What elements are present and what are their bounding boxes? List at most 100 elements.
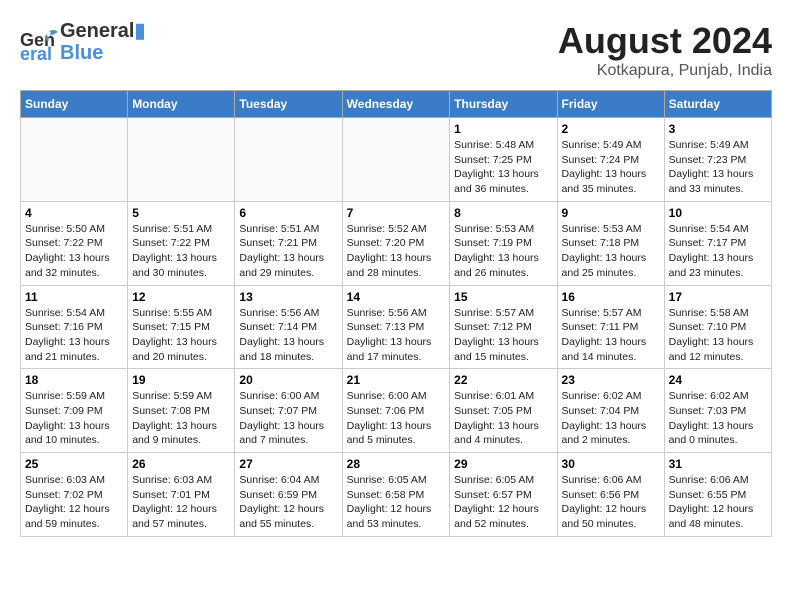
day-info: Sunrise: 5:50 AMSunset: 7:22 PMDaylight:… (25, 222, 123, 281)
day-info: Sunrise: 5:54 AMSunset: 7:17 PMDaylight:… (669, 222, 767, 281)
day-number: 11 (25, 290, 123, 304)
day-number: 13 (239, 290, 337, 304)
day-number: 20 (239, 373, 337, 387)
day-info: Sunrise: 5:59 AMSunset: 7:08 PMDaylight:… (132, 389, 230, 448)
calendar-cell: 20 Sunrise: 6:00 AMSunset: 7:07 PMDayligh… (235, 369, 342, 453)
calendar-cell: 9 Sunrise: 5:53 AMSunset: 7:18 PMDaylight… (557, 201, 664, 285)
calendar-cell (235, 118, 342, 202)
day-info: Sunrise: 5:54 AMSunset: 7:16 PMDaylight:… (25, 306, 123, 365)
day-number: 31 (669, 457, 767, 471)
calendar-cell: 28Sunrise: 6:05 AMSunset: 6:58 PMDayligh… (342, 453, 450, 537)
logo-line2: Blue (60, 42, 146, 64)
day-number: 17 (669, 290, 767, 304)
calendar-cell: 30Sunrise: 6:06 AMSunset: 6:56 PMDayligh… (557, 453, 664, 537)
calendar-cell: 25Sunrise: 6:03 AMSunset: 7:02 PMDayligh… (21, 453, 128, 537)
weekday-friday: Friday (557, 91, 664, 118)
day-number: 24 (669, 373, 767, 387)
week-row-4: 18Sunrise: 5:59 AMSunset: 7:09 PMDayligh… (21, 369, 772, 453)
week-row-3: 11 Sunrise: 5:54 AMSunset: 7:16 PMDayligh… (21, 285, 772, 369)
location: Kotkapura, Punjab, India (558, 62, 772, 80)
day-info: Sunrise: 6:06 AMSunset: 6:55 PMDaylight:… (669, 473, 767, 532)
week-row-5: 25Sunrise: 6:03 AMSunset: 7:02 PMDayligh… (21, 453, 772, 537)
day-info: Sunrise: 5:57 AMSunset: 7:11 PMDaylight:… (562, 306, 660, 365)
day-info: Sunrise: 5:49 AMSunset: 7:23 PMDaylight:… (669, 138, 767, 197)
calendar-cell: 27 Sunrise: 6:04 AMSunset: 6:59 PMDayligh… (235, 453, 342, 537)
day-info: Sunrise: 5:56 AMSunset: 7:14 PMDaylight:… (239, 306, 337, 365)
calendar-cell: 29 Sunrise: 6:05 AMSunset: 6:57 PMDayligh… (450, 453, 557, 537)
weekday-tuesday: Tuesday (235, 91, 342, 118)
calendar: SundayMondayTuesdayWednesdayThursdayFrid… (20, 90, 772, 537)
day-info: Sunrise: 5:51 AMSunset: 7:22 PMDaylight:… (132, 222, 230, 281)
day-number: 5 (132, 206, 230, 220)
calendar-cell: 17 Sunrise: 5:58 AMSunset: 7:10 PMDayligh… (664, 285, 771, 369)
weekday-saturday: Saturday (664, 91, 771, 118)
day-info: Sunrise: 6:01 AMSunset: 7:05 PMDaylight:… (454, 389, 552, 448)
week-row-1: 1 Sunrise: 5:48 AMSunset: 7:25 PMDaylight… (21, 118, 772, 202)
calendar-cell: 13 Sunrise: 5:56 AMSunset: 7:14 PMDayligh… (235, 285, 342, 369)
day-number: 29 (454, 457, 552, 471)
day-info: Sunrise: 6:05 AMSunset: 6:57 PMDaylight:… (454, 473, 552, 532)
day-number: 4 (25, 206, 123, 220)
day-number: 3 (669, 122, 767, 136)
calendar-cell: 10 Sunrise: 5:54 AMSunset: 7:17 PMDayligh… (664, 201, 771, 285)
day-number: 25 (25, 457, 123, 471)
calendar-cell: 21Sunrise: 6:00 AMSunset: 7:06 PMDayligh… (342, 369, 450, 453)
calendar-cell: 7Sunrise: 5:52 AMSunset: 7:20 PMDaylight… (342, 201, 450, 285)
calendar-cell: 1 Sunrise: 5:48 AMSunset: 7:25 PMDaylight… (450, 118, 557, 202)
calendar-cell: 31 Sunrise: 6:06 AMSunset: 6:55 PMDayligh… (664, 453, 771, 537)
day-info: Sunrise: 5:51 AMSunset: 7:21 PMDaylight:… (239, 222, 337, 281)
calendar-cell: 15Sunrise: 5:57 AMSunset: 7:12 PMDayligh… (450, 285, 557, 369)
day-info: Sunrise: 6:02 AMSunset: 7:03 PMDaylight:… (669, 389, 767, 448)
day-info: Sunrise: 5:56 AMSunset: 7:13 PMDaylight:… (347, 306, 446, 365)
calendar-cell (128, 118, 235, 202)
calendar-cell: 2 Sunrise: 5:49 AMSunset: 7:24 PMDaylight… (557, 118, 664, 202)
day-info: Sunrise: 6:02 AMSunset: 7:04 PMDaylight:… (562, 389, 660, 448)
day-info: Sunrise: 6:00 AMSunset: 7:07 PMDaylight:… (239, 389, 337, 448)
day-info: Sunrise: 5:58 AMSunset: 7:10 PMDaylight:… (669, 306, 767, 365)
day-info: Sunrise: 5:48 AMSunset: 7:25 PMDaylight:… (454, 138, 552, 197)
weekday-thursday: Thursday (450, 91, 557, 118)
calendar-cell: 11 Sunrise: 5:54 AMSunset: 7:16 PMDayligh… (21, 285, 128, 369)
week-row-2: 4 Sunrise: 5:50 AMSunset: 7:22 PMDaylight… (21, 201, 772, 285)
day-info: Sunrise: 6:04 AMSunset: 6:59 PMDaylight:… (239, 473, 337, 532)
calendar-cell: 22Sunrise: 6:01 AMSunset: 7:05 PMDayligh… (450, 369, 557, 453)
day-number: 19 (132, 373, 230, 387)
calendar-cell (342, 118, 450, 202)
page-header: Gen eral General▮ Blue August 2024 Kotka… (20, 20, 772, 80)
day-info: Sunrise: 6:00 AMSunset: 7:06 PMDaylight:… (347, 389, 446, 448)
day-info: Sunrise: 5:55 AMSunset: 7:15 PMDaylight:… (132, 306, 230, 365)
day-number: 14 (347, 290, 446, 304)
weekday-sunday: Sunday (21, 91, 128, 118)
day-number: 16 (562, 290, 660, 304)
calendar-cell: 8Sunrise: 5:53 AMSunset: 7:19 PMDaylight… (450, 201, 557, 285)
svg-text:eral: eral (20, 44, 52, 64)
calendar-cell: 5 Sunrise: 5:51 AMSunset: 7:22 PMDaylight… (128, 201, 235, 285)
day-number: 28 (347, 457, 446, 471)
day-number: 10 (669, 206, 767, 220)
day-info: Sunrise: 5:49 AMSunset: 7:24 PMDaylight:… (562, 138, 660, 197)
calendar-cell: 16 Sunrise: 5:57 AMSunset: 7:11 PMDayligh… (557, 285, 664, 369)
calendar-cell: 23Sunrise: 6:02 AMSunset: 7:04 PMDayligh… (557, 369, 664, 453)
day-info: Sunrise: 5:59 AMSunset: 7:09 PMDaylight:… (25, 389, 123, 448)
calendar-cell: 24 Sunrise: 6:02 AMSunset: 7:03 PMDayligh… (664, 369, 771, 453)
day-number: 9 (562, 206, 660, 220)
day-number: 27 (239, 457, 337, 471)
day-number: 1 (454, 122, 552, 136)
calendar-cell: 19 Sunrise: 5:59 AMSunset: 7:08 PMDayligh… (128, 369, 235, 453)
day-number: 6 (239, 206, 337, 220)
calendar-cell: 12 Sunrise: 5:55 AMSunset: 7:15 PMDayligh… (128, 285, 235, 369)
day-number: 12 (132, 290, 230, 304)
day-number: 7 (347, 206, 446, 220)
weekday-wednesday: Wednesday (342, 91, 450, 118)
day-info: Sunrise: 6:03 AMSunset: 7:01 PMDaylight:… (132, 473, 230, 532)
calendar-cell (21, 118, 128, 202)
calendar-cell: 18Sunrise: 5:59 AMSunset: 7:09 PMDayligh… (21, 369, 128, 453)
logo: Gen eral General▮ Blue (20, 20, 146, 64)
title-block: August 2024 Kotkapura, Punjab, India (558, 20, 772, 80)
day-info: Sunrise: 5:53 AMSunset: 7:18 PMDaylight:… (562, 222, 660, 281)
calendar-cell: 6 Sunrise: 5:51 AMSunset: 7:21 PMDaylight… (235, 201, 342, 285)
day-number: 2 (562, 122, 660, 136)
weekday-monday: Monday (128, 91, 235, 118)
calendar-cell: 4 Sunrise: 5:50 AMSunset: 7:22 PMDaylight… (21, 201, 128, 285)
day-number: 15 (454, 290, 552, 304)
